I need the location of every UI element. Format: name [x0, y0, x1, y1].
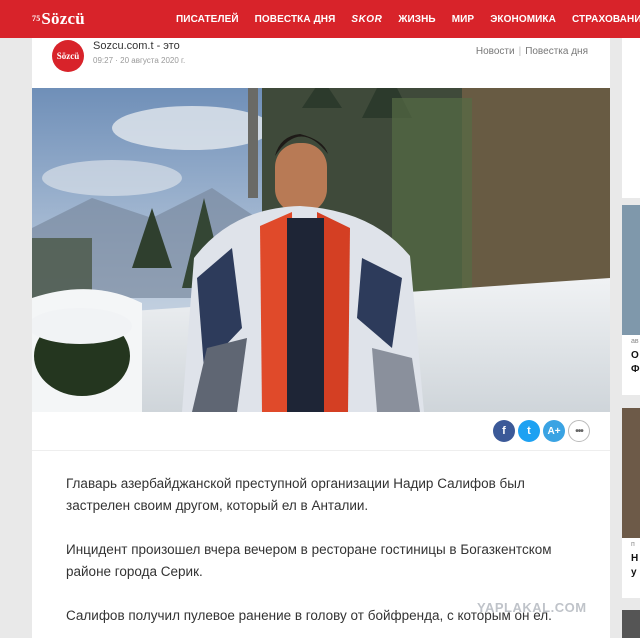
publish-time: 09:27 · 20 августа 2020 г.: [93, 56, 186, 65]
twitter-share-button[interactable]: t: [518, 420, 540, 442]
font-size-button[interactable]: A+: [543, 420, 565, 442]
share-bar: f t A+ •••: [490, 420, 590, 442]
nav-item-writers[interactable]: ПИСАТЕЛЕЙ: [176, 14, 239, 25]
category-links: Новости | Повестка дня: [476, 46, 588, 57]
source-header: Sözcü Sozcu.com.t - это 09:27 · 20 авгус…: [32, 38, 610, 88]
right-sidebar-column: ав О Ф п Н у: [622, 0, 640, 638]
sidebar-snippet-line: у: [631, 567, 637, 578]
nav-menu: ПИСАТЕЛЕЙ ПОВЕСТКА ДНЯ SKOR ЖИЗНЬ МИР ЭК…: [176, 0, 640, 38]
source-name[interactable]: Sozcu.com.t - это: [93, 40, 180, 52]
sidebar-thumbnail[interactable]: [622, 408, 640, 538]
more-options-button[interactable]: •••: [568, 420, 590, 442]
nav-item-economy[interactable]: ЭКОНОМИКА: [490, 14, 556, 25]
sidebar-snippet-line: О: [631, 350, 639, 361]
logo-text: Sözcü: [41, 9, 85, 28]
nav-item-life[interactable]: ЖИЗНЬ: [398, 14, 435, 25]
sidebar-snippet-line: Н: [631, 553, 639, 564]
sidebar-thumbnail[interactable]: [622, 610, 640, 638]
nav-item-world[interactable]: МИР: [452, 14, 475, 25]
divider: [32, 450, 610, 451]
sidebar-card[interactable]: [622, 38, 640, 198]
sidebar-thumbnail[interactable]: [622, 205, 640, 335]
article-photo[interactable]: [32, 88, 610, 412]
sidebar-snippet-line: п: [631, 541, 635, 548]
page: 75 Sözcü ПИСАТЕЛЕЙ ПОВЕСТКА ДНЯ SKOR ЖИЗ…: [0, 0, 640, 638]
sidebar-snippet[interactable]: ав О Ф: [622, 335, 640, 395]
article-paragraph: Главарь азербайджанской преступной орган…: [66, 476, 525, 513]
nav-item-skor[interactable]: SKOR: [351, 14, 382, 25]
category-agenda[interactable]: Повестка дня: [525, 46, 588, 57]
source-avatar[interactable]: Sözcü: [52, 40, 84, 72]
logo-year: 75: [32, 13, 41, 23]
sidebar-snippet-line: Ф: [631, 364, 640, 375]
top-nav-bar: 75 Sözcü ПИСАТЕЛЕЙ ПОВЕСТКА ДНЯ SKOR ЖИЗ…: [0, 0, 640, 38]
category-news[interactable]: Новости: [476, 46, 515, 57]
photo-illustration: [32, 88, 610, 412]
facebook-share-button[interactable]: f: [493, 420, 515, 442]
site-logo[interactable]: 75 Sözcü: [32, 9, 85, 29]
nav-item-agenda[interactable]: ПОВЕСТКА ДНЯ: [255, 14, 336, 25]
article-paragraph: Инцидент произошел вчера вечером в ресто…: [66, 542, 552, 579]
sidebar-snippet-line: ав: [631, 338, 639, 345]
watermark: YAPLAKAL.COM: [477, 600, 587, 615]
article-card: Sözcü Sozcu.com.t - это 09:27 · 20 авгус…: [32, 38, 610, 638]
sidebar-snippet[interactable]: п Н у: [622, 538, 640, 598]
category-separator: |: [518, 46, 522, 57]
